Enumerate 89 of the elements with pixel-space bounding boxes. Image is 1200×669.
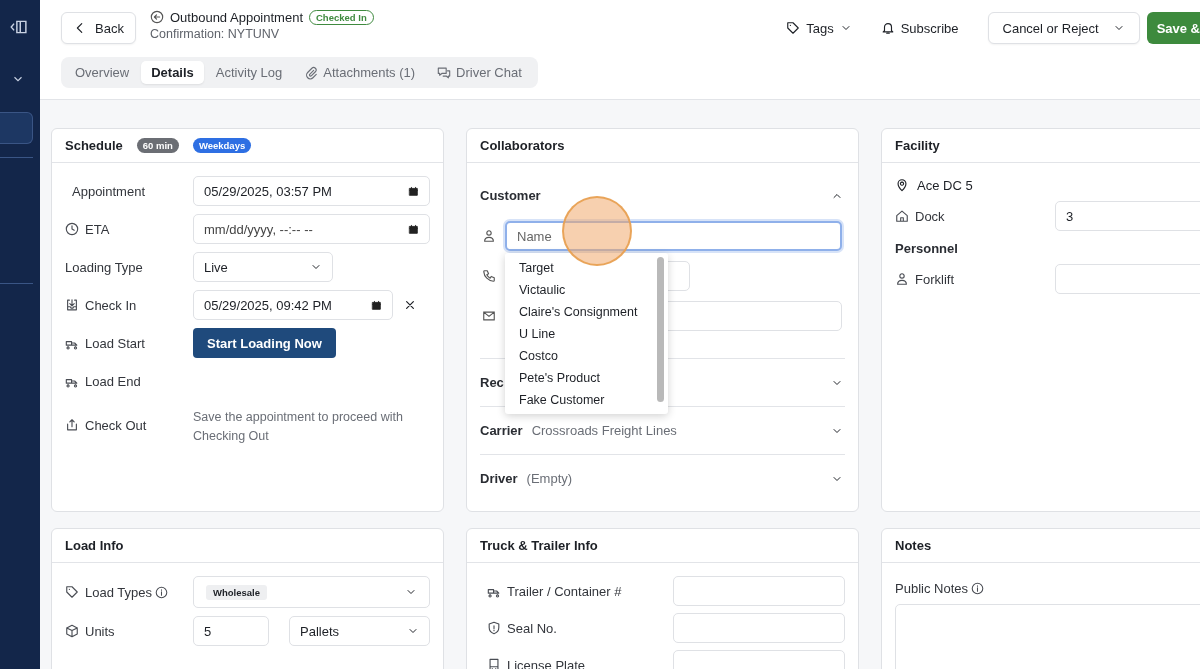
section-title: Carrier [480,423,523,438]
dropdown-option[interactable]: Costco [505,345,668,367]
start-loading-button[interactable]: Start Loading Now [193,328,336,358]
dropdown-option[interactable]: Claire's Consignment [505,301,668,323]
field-label: ETA [85,221,110,237]
scrollbar[interactable] [657,257,664,402]
card-title: Schedule [65,138,123,153]
date-time-field[interactable]: 05/29/2025, 03:57 PM [193,176,430,206]
facility-name: Ace DC 5 [917,177,973,193]
field-label: Appointment [71,183,145,199]
map-pin-icon [895,178,909,192]
field-label: License Plate [507,657,586,669]
date-time-field[interactable]: mm/dd/yyyy, --:-- -- [193,214,430,244]
section-value: Crossroads Freight Lines [531,423,677,438]
check-in-icon [65,298,79,312]
chat-icon [437,65,452,80]
field-label: Dock [915,208,945,224]
cube-icon [65,624,79,638]
section-title: Personnel [895,241,959,256]
text-field[interactable] [673,576,845,606]
person-icon [482,229,496,243]
dropdown-option[interactable]: Fake Customer [505,389,668,411]
field-label: Units [85,623,115,639]
tab[interactable]: Attachments (1) [294,61,426,84]
person-icon [895,272,909,286]
check-out-icon [65,418,79,432]
date-time-field[interactable]: 05/29/2025, 09:42 PM [193,290,393,320]
sidebar-item[interactable] [0,112,33,144]
license-plate-icon [487,658,501,669]
field-label: Load Types [85,584,152,600]
card-title: Truck & Trailer Info [480,538,598,553]
dropdown-option[interactable]: Pete's Product [505,367,668,389]
clear-icon[interactable] [404,299,416,311]
calendar-icon [408,185,419,197]
tags-menu[interactable]: Tags [786,12,852,44]
load-types-select[interactable]: Wholesale [193,576,430,608]
dropdown-option[interactable]: Victaulic [505,279,668,301]
field-label: Load End [85,373,141,389]
save-button[interactable]: Save & [1146,12,1200,44]
page-title: Outbound Appointment [170,9,303,25]
field-label: Public Notes [895,581,968,596]
paperclip-icon [304,65,319,80]
card-title: Notes [895,538,932,553]
tab[interactable]: Activity Log [205,61,293,84]
back-button[interactable]: Back [61,12,136,44]
confirmation-number: Confirmation: NYTUNV [150,26,281,41]
section-title: Driver [480,471,518,486]
shield-icon [487,621,501,635]
tab[interactable]: Overview [65,61,140,84]
dock-field[interactable]: 3 [1055,201,1200,231]
clock-icon [65,222,79,236]
sidebar-toggle-icon[interactable] [9,18,27,36]
phone-icon [482,269,496,283]
section-value: (Empty) [526,471,573,486]
dropdown-option[interactable]: Target [505,257,668,279]
tab[interactable]: Details [141,61,204,84]
bell-icon [880,21,895,35]
tab[interactable]: Driver Chat [427,61,532,84]
subscribe-button[interactable]: Subscribe [880,12,959,44]
mail-icon [482,309,496,323]
card-title: Load Info [65,538,124,553]
field-label: Forklift [915,271,954,287]
badge: 60 min [136,138,179,153]
card-title: Collaborators [480,138,565,153]
field-label: Loading Type [65,259,143,275]
cancel-or-reject-dropdown[interactable]: Cancel or Reject [987,12,1140,44]
loading-type-select[interactable]: Live [193,252,333,282]
badge: Weekdays [192,138,252,153]
field-label: Check Out [85,417,147,433]
field-label: Seal No. [507,620,557,636]
info-icon[interactable] [155,585,168,599]
card-title: Facility [895,138,940,153]
house-icon [895,209,909,223]
calendar-icon [408,223,419,235]
name-field[interactable]: Name [505,221,842,251]
info-icon[interactable] [971,582,984,595]
section-title: Customer [480,188,541,203]
section-title: Rec [480,375,504,390]
dropdown-option[interactable]: U Line [505,323,668,345]
field-label: Check In [85,297,137,313]
calendar-icon [371,299,382,311]
units-field[interactable]: 5 [193,616,269,646]
field-label: Trailer / Container # [507,583,622,599]
text-field[interactable] [673,613,845,643]
field-label: Load Start [85,335,145,351]
unit-select[interactable]: Pallets [289,616,430,646]
tag-icon [786,21,801,35]
tag-icon [65,585,79,599]
check-out-note: Save the appointment to proceed with Checking Out [193,409,404,445]
